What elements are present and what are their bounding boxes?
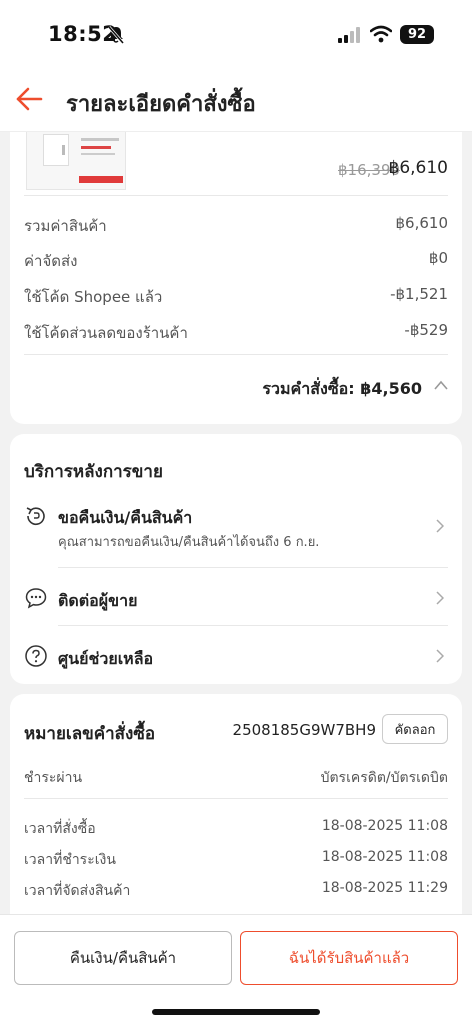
payment-time-label: เวลาที่ชำระเงิน <box>24 852 116 868</box>
chevron-right-icon[interactable] <box>436 591 444 605</box>
divider <box>58 625 448 626</box>
chevron-right-icon[interactable] <box>436 649 444 663</box>
chevron-up-icon[interactable] <box>434 380 448 390</box>
shipping-label: ค่าจัดส่ง <box>24 252 78 270</box>
order-summary-card: ฿16,390 ฿6,610 รวมค่าสินค้า ฿6,610 ค่าจั… <box>10 118 462 424</box>
back-arrow-icon[interactable] <box>14 84 44 114</box>
ship-time-value: 18-08-2025 11:29 <box>321 880 448 896</box>
chat-bubble-icon <box>25 588 47 609</box>
status-bar: 18:52 92 <box>0 0 472 70</box>
order-number: 2508185G9W7BH9 <box>232 721 376 739</box>
shopee-voucher-label: ใช้โค้ด Shopee แล้ว <box>24 288 163 306</box>
order-info-card: หมายเลขคำสั่งซื้อ 2508185G9W7BH9 คัดลอก … <box>10 694 462 934</box>
payment-time-value: 18-08-2025 11:08 <box>321 849 448 865</box>
return-refund-deadline: คุณสามารถขอคืนเงิน/คืนสินค้าได้จนถึง 6 ก… <box>58 535 320 550</box>
page-header: รายละเอียดคำสั่งซื้อ <box>0 70 472 132</box>
contact-seller-link[interactable]: ติดต่อผู้ขาย <box>58 589 137 614</box>
help-question-icon <box>25 645 47 667</box>
product-thumbnail[interactable] <box>26 130 126 190</box>
copy-button[interactable]: คัดลอก <box>382 714 448 744</box>
return-refund-button[interactable]: คืนเงิน/คืนสินค้า <box>14 931 232 985</box>
bell-muted-icon <box>107 26 125 44</box>
order-received-button[interactable]: ฉันได้รับสินค้าแล้ว <box>240 931 458 985</box>
order-time-value: 18-08-2025 11:08 <box>321 818 448 834</box>
shopee-voucher-value: -฿1,521 <box>390 285 448 303</box>
chevron-right-icon[interactable] <box>436 519 444 533</box>
divider <box>58 567 448 568</box>
divider <box>24 195 448 196</box>
return-refund-icon <box>26 507 45 526</box>
order-time-label: เวลาที่สั่งซื้อ <box>24 821 96 837</box>
payment-method-value: บัตรเครดิต/บัตรเดบิต <box>320 770 448 786</box>
ship-time-label: เวลาที่จัดส่งสินค้า <box>24 883 131 899</box>
home-indicator[interactable] <box>152 1009 320 1015</box>
shipping-value: ฿0 <box>428 249 448 267</box>
page-title: รายละเอียดคำสั่งซื้อ <box>66 92 256 117</box>
after-sales-card: บริการหลังการขาย ขอคืนเงิน/คืนสินค้า คุณ… <box>10 434 462 684</box>
signal-icon <box>338 27 360 43</box>
subtotal-label: รวมค่าสินค้า <box>24 217 107 235</box>
return-refund-link[interactable]: ขอคืนเงิน/คืนสินค้า <box>58 506 192 531</box>
order-total[interactable]: รวมคำสั่งซื้อ: ฿4,560 <box>262 377 422 402</box>
wifi-icon <box>370 25 392 43</box>
divider <box>24 798 448 799</box>
bottom-action-bar: คืนเงิน/คืนสินค้า ฉันได้รับสินค้าแล้ว <box>0 914 472 1024</box>
order-number-title: หมายเลขคำสั่งซื้อ <box>24 724 156 744</box>
after-sales-title: บริการหลังการขาย <box>24 462 163 482</box>
shop-voucher-label: ใช้โค้ดส่วนลดของร้านค้า <box>24 324 188 342</box>
current-price: ฿6,610 <box>388 158 448 178</box>
divider <box>24 354 448 355</box>
battery-level: 92 <box>400 25 434 44</box>
subtotal-value: ฿6,610 <box>395 214 449 232</box>
shop-voucher-value: -฿529 <box>404 321 448 339</box>
help-center-link[interactable]: ศูนย์ช่วยเหลือ <box>58 647 153 672</box>
payment-method-label: ชำระผ่าน <box>24 770 83 786</box>
